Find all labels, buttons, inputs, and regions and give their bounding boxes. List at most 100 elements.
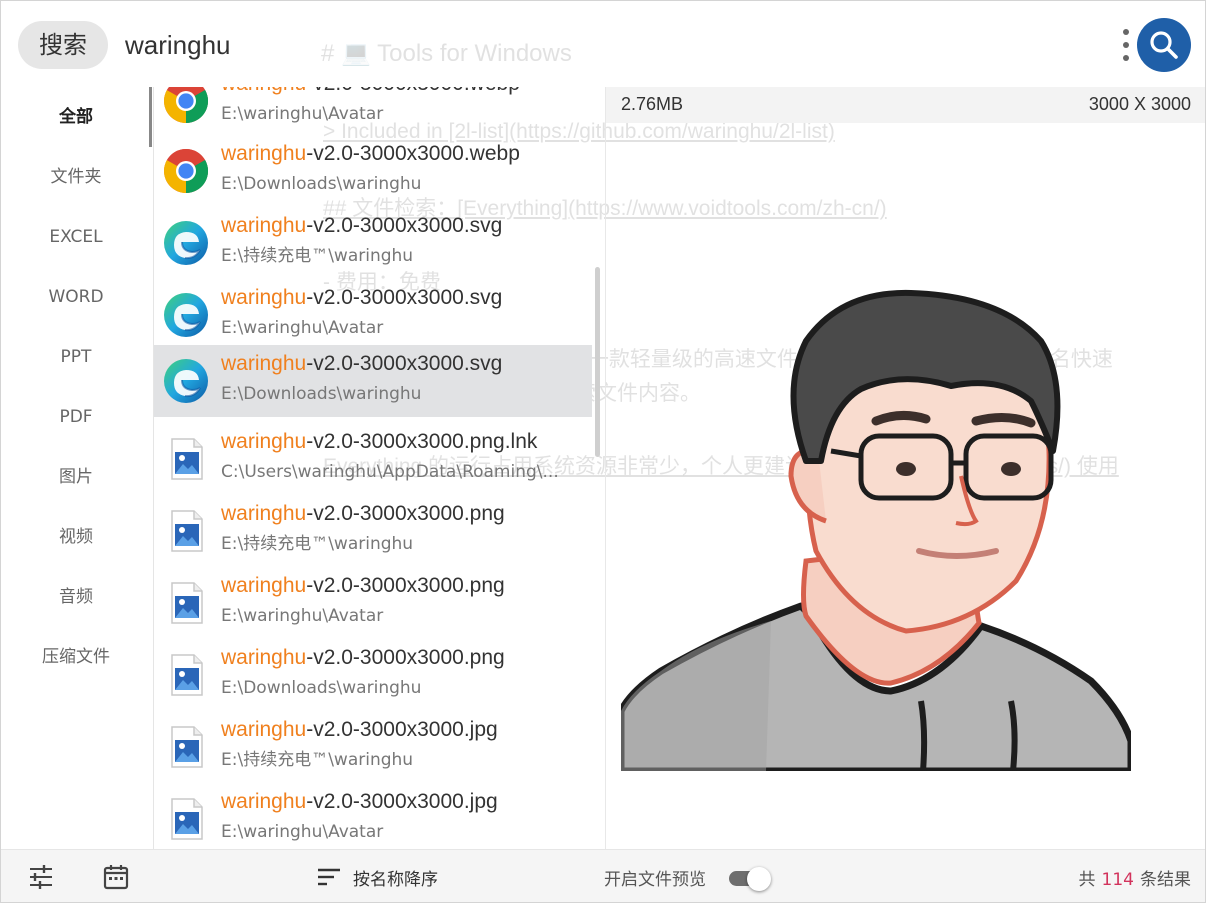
file-path: C:\Users\waringhu\AppData\Roaming\...: [221, 462, 559, 482]
file-name-match: waringhu: [221, 214, 307, 237]
preview-toggle[interactable]: [727, 867, 773, 891]
file-path: E:\Downloads\waringhu: [221, 384, 422, 404]
file-row[interactable]: waringhu-v2.0-3000x3000.jpg E:\waringhu\A…: [154, 783, 592, 849]
file-name-match: waringhu: [221, 352, 307, 375]
preview-toggle-label: 开启文件预览: [604, 870, 706, 890]
file-row[interactable]: waringhu-v2.0-3000x3000.png E:\Downloads\…: [154, 639, 592, 711]
file-path: E:\持续充电™\waringhu: [221, 750, 414, 770]
file-name: waringhu-v2.0-3000x3000.jpg: [221, 787, 591, 817]
image-file-icon: [162, 435, 210, 483]
category-sidebar: 全部 文件夹 EXCEL WORD PPT PDF 图片 视频 音频 压缩文件: [1, 87, 153, 849]
file-name: waringhu-v2.0-3000x3000.png: [221, 571, 591, 601]
image-file-icon: [162, 507, 210, 555]
file-name-rest: -v2.0-3000x3000.jpg: [306, 718, 498, 741]
category-item[interactable]: 文件夹: [1, 147, 151, 207]
file-row[interactable]: waringhu-v2.0-3000x3000.webp E:\waringhu\…: [154, 87, 592, 137]
result-number: 114: [1101, 870, 1134, 890]
edge-icon: [162, 291, 210, 339]
category-item[interactable]: 全部: [1, 87, 151, 147]
file-name: waringhu-v2.0-3000x3000.svg: [221, 349, 591, 379]
filter-settings-button[interactable]: [27, 863, 55, 891]
result-count: 共 114 条结果: [1079, 865, 1191, 890]
sort-button[interactable]: [315, 863, 343, 891]
file-name-match: waringhu: [221, 646, 307, 669]
file-list: waringhu-v2.0-3000x3000.webpE:\waringhu\…: [154, 87, 605, 849]
file-name: waringhu-v2.0-3000x3000.png.lnk: [221, 427, 591, 457]
file-path: E:\Downloads\waringhu: [221, 678, 422, 698]
file-row[interactable]: waringhu-v2.0-3000x3000.svg E:\Downloads\…: [154, 345, 592, 417]
kebab-dot: [1123, 29, 1129, 35]
file-list-scrollbar[interactable]: [595, 267, 600, 457]
category-item[interactable]: 图片: [1, 447, 151, 507]
file-name: waringhu-v2.0-3000x3000.png: [221, 643, 591, 673]
file-name-rest: -v2.0-3000x3000.png: [306, 574, 505, 597]
result-suffix: 条结果: [1140, 870, 1191, 890]
file-row[interactable]: waringhu-v2.0-3000x3000.png.lnk C:\Users\…: [154, 423, 592, 495]
category-item[interactable]: 压缩文件: [1, 627, 151, 687]
file-path: E:\waringhu\Avatar: [221, 104, 384, 124]
file-name-match: waringhu: [221, 718, 307, 741]
file-name: waringhu-v2.0-3000x3000.jpg: [221, 715, 591, 745]
file-row[interactable]: waringhu-v2.0-3000x3000.svg E:\持续充电™\wari…: [154, 207, 592, 279]
search-icon: [1150, 31, 1178, 59]
file-name-match: waringhu: [221, 87, 306, 95]
file-row[interactable]: waringhu-v2.0-3000x3000.png E:\waringhu\A…: [154, 567, 592, 639]
file-path: E:\持续充电™\waringhu: [221, 246, 414, 266]
file-name-match: waringhu: [221, 502, 307, 525]
more-menu-button[interactable]: [1119, 27, 1133, 63]
file-name-match: waringhu: [221, 430, 307, 453]
file-name: waringhu-v2.0-3000x3000.svg: [221, 283, 591, 313]
category-item[interactable]: PDF: [1, 387, 151, 447]
file-path: E:\持续充电™\waringhu: [221, 534, 414, 554]
sort-label[interactable]: 按名称降序: [353, 865, 438, 890]
file-path: E:\Downloads\waringhu: [221, 174, 422, 194]
file-name-match: waringhu: [221, 790, 307, 813]
category-item[interactable]: EXCEL: [1, 207, 151, 267]
category-item[interactable]: PPT: [1, 327, 151, 387]
file-name-rest: -v2.0-3000x3000.svg: [306, 352, 503, 375]
file-name-rest: -v2.0-3000x3000.webp: [306, 142, 520, 165]
edge-icon: [162, 219, 210, 267]
file-name-rest: -v2.0-3000x3000.jpg: [306, 790, 498, 813]
search-input[interactable]: [125, 23, 725, 67]
file-name: waringhu-v2.0-3000x3000.webp: [221, 139, 591, 169]
file-row[interactable]: waringhu-v2.0-3000x3000.svg E:\waringhu\A…: [154, 279, 592, 351]
file-name-rest: -v2.0-3000x3000.svg: [306, 214, 503, 237]
file-name: waringhu-v2.0-3000x3000.png: [221, 499, 591, 529]
calendar-icon: [103, 865, 129, 890]
category-item[interactable]: 视频: [1, 507, 151, 567]
file-name-rest: -v2.0-3000x3000.png.lnk: [306, 430, 538, 453]
toggle-knob: [747, 867, 771, 891]
image-file-icon: [162, 579, 210, 627]
file-path: E:\waringhu\Avatar: [221, 318, 384, 338]
category-item[interactable]: WORD: [1, 267, 151, 327]
file-row[interactable]: waringhu-v2.0-3000x3000.png E:\持续充电™\wari…: [154, 495, 592, 567]
result-prefix: 共: [1078, 870, 1096, 890]
kebab-dot: [1123, 55, 1129, 61]
file-row[interactable]: waringhu-v2.0-3000x3000.jpg E:\持续充电™\wari…: [154, 711, 592, 783]
file-row[interactable]: waringhu-v2.0-3000x3000.webp E:\Downloads…: [154, 135, 592, 207]
search-button[interactable]: [1137, 18, 1191, 72]
kebab-dot: [1123, 42, 1129, 48]
search-mode-tag[interactable]: 搜索: [18, 21, 108, 69]
file-name-match: waringhu: [221, 286, 307, 309]
preview-image-avatar: [621, 271, 1131, 771]
preview-file-size: 2.76MB: [621, 94, 684, 114]
file-name-match: waringhu: [221, 574, 307, 597]
file-name-rest: -v2.0-3000x3000.png: [306, 646, 505, 669]
sort-descending-icon: [318, 868, 340, 886]
file-path: E:\waringhu\Avatar: [221, 606, 384, 626]
image-file-icon: [162, 795, 210, 843]
date-filter-button[interactable]: [102, 863, 130, 891]
file-name-rest: -v2.0-3000x3000.webp: [306, 87, 520, 95]
top-bar: 搜索: [1, 1, 1205, 87]
list-divider: [605, 87, 606, 849]
app-window: # 💻 Tools for Windows > Included in [2l-…: [0, 0, 1206, 903]
category-item[interactable]: 音频: [1, 567, 151, 627]
file-name-rest: -v2.0-3000x3000.svg: [306, 286, 503, 309]
category-active-indicator: [149, 87, 152, 147]
file-name: waringhu-v2.0-3000x3000.webp: [221, 87, 591, 99]
preview-image-dimensions: 3000 X 3000: [1088, 94, 1191, 114]
image-file-icon: [162, 651, 210, 699]
file-name-rest: -v2.0-3000x3000.png: [306, 502, 505, 525]
